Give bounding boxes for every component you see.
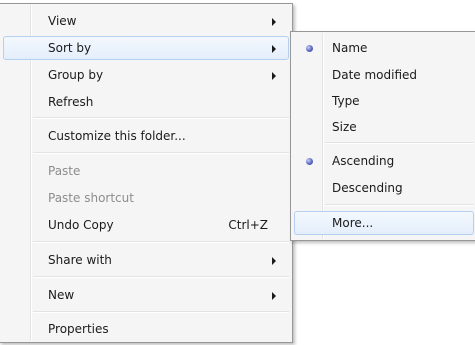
menu-separator bbox=[33, 311, 289, 313]
menu-item-label: Properties bbox=[48, 322, 109, 336]
submenu-item-size[interactable]: Size bbox=[294, 115, 474, 139]
menu-item-paste-shortcut: Paste shortcut bbox=[3, 186, 289, 210]
menu-separator bbox=[33, 152, 289, 154]
menu-item-label: Group by bbox=[48, 68, 104, 82]
menu-item-label: Ascending bbox=[332, 154, 395, 168]
menu-separator bbox=[33, 117, 289, 119]
radio-bullet-icon bbox=[306, 158, 313, 165]
menu-item-label: Paste bbox=[48, 164, 81, 178]
desktop-context-menu: View Sort by Group by Refresh Customize … bbox=[0, 3, 293, 343]
submenu-arrow-icon bbox=[272, 18, 276, 26]
menu-item-label: Type bbox=[332, 94, 360, 108]
menu-item-label: Name bbox=[332, 41, 368, 55]
menu-item-label: Date modified bbox=[332, 68, 418, 82]
submenu-arrow-icon bbox=[272, 72, 276, 80]
menu-item-refresh[interactable]: Refresh bbox=[3, 90, 289, 114]
submenu-item-more[interactable]: More... bbox=[294, 211, 474, 235]
submenu-item-date-modified[interactable]: Date modified bbox=[294, 63, 474, 87]
menu-item-group-by[interactable]: Group by bbox=[3, 63, 289, 87]
sort-by-submenu: Name Date modified Type Size Ascending D… bbox=[290, 31, 475, 241]
menu-separator bbox=[325, 142, 474, 144]
menu-separator bbox=[33, 241, 289, 243]
menu-item-label: Descending bbox=[332, 181, 403, 195]
radio-bullet-icon bbox=[306, 45, 313, 52]
menu-item-label: Size bbox=[332, 120, 357, 134]
menu-item-label: More... bbox=[332, 216, 374, 230]
menu-item-label: Customize this folder... bbox=[48, 129, 186, 143]
menu-item-customize-folder[interactable]: Customize this folder... bbox=[3, 124, 289, 148]
submenu-item-ascending[interactable]: Ascending bbox=[294, 149, 474, 173]
menu-item-label: Refresh bbox=[48, 95, 94, 109]
shortcut-text: Ctrl+Z bbox=[228, 218, 268, 232]
submenu-item-descending[interactable]: Descending bbox=[294, 176, 474, 200]
menu-item-label: View bbox=[48, 14, 77, 28]
menu-item-view[interactable]: View bbox=[3, 9, 289, 33]
menu-item-sort-by[interactable]: Sort by bbox=[3, 36, 289, 60]
submenu-item-name[interactable]: Name bbox=[294, 36, 474, 60]
menu-item-label: Undo Copy bbox=[48, 218, 114, 232]
submenu-item-type[interactable]: Type bbox=[294, 89, 474, 113]
menu-item-share-with[interactable]: Share with bbox=[3, 248, 289, 272]
submenu-arrow-icon bbox=[272, 292, 276, 300]
menu-item-label: Sort by bbox=[48, 41, 92, 55]
menu-item-new[interactable]: New bbox=[3, 283, 289, 307]
menu-item-label: New bbox=[48, 288, 75, 302]
submenu-arrow-icon bbox=[272, 257, 276, 265]
menu-item-paste: Paste bbox=[3, 159, 289, 183]
menu-separator bbox=[33, 276, 289, 278]
menu-item-undo-copy[interactable]: Undo Copy Ctrl+Z bbox=[3, 213, 289, 237]
menu-separator bbox=[325, 204, 474, 206]
menu-item-label: Paste shortcut bbox=[48, 191, 134, 205]
menu-item-properties[interactable]: Properties bbox=[3, 317, 289, 341]
menu-item-label: Share with bbox=[48, 253, 112, 267]
submenu-arrow-icon bbox=[272, 45, 276, 53]
